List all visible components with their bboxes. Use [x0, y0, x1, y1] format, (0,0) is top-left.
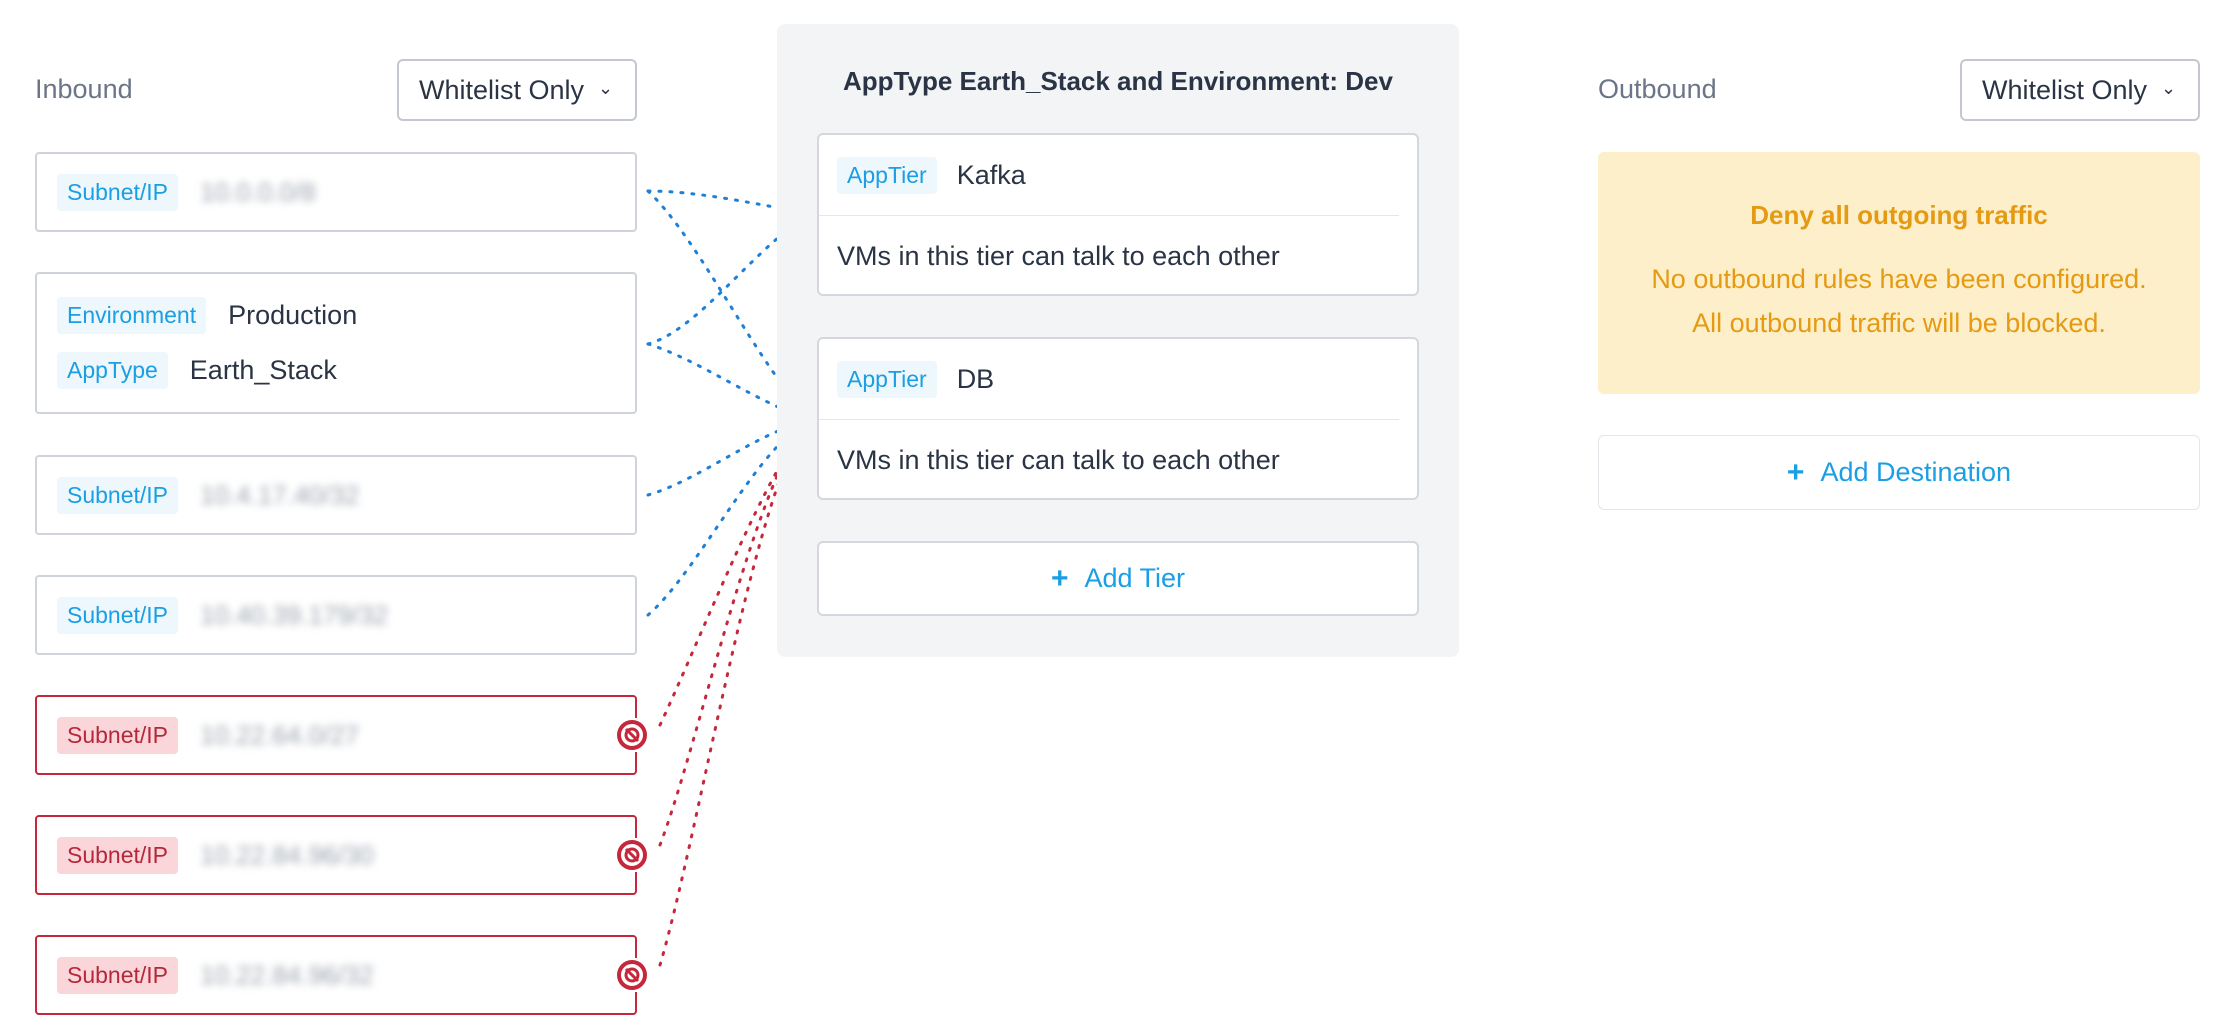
apptype-tag: AppType — [57, 352, 168, 389]
add-destination-button[interactable]: + Add Destination — [1598, 435, 2200, 510]
tier-name: DB — [956, 363, 995, 394]
tier-description: VMs in this tier can talk to each other — [837, 444, 1280, 475]
block-icon[interactable] — [615, 958, 649, 992]
environment-value: Production — [228, 300, 358, 330]
add-destination-label: Add Destination — [1820, 457, 2012, 487]
inbound-source-subnet[interactable]: Subnet/IP 10.40.39.179/32 — [35, 575, 637, 655]
subnet-value: 10.22.64.0/27 — [200, 719, 360, 750]
target-group-title: AppType Earth_Stack and Environment: Dev — [843, 66, 1393, 96]
deny-outbound-notice: Deny all outgoing traffic No outbound ru… — [1598, 152, 2200, 394]
inbound-source-subnet-blocked[interactable]: Subnet/IP 10.22.84.96/30 — [35, 815, 649, 895]
subnet-value: 10.22.84.96/30 — [200, 839, 374, 870]
subnet-tag: Subnet/IP — [57, 956, 179, 994]
subnet-value: 10.0.0.0/8 — [200, 176, 316, 207]
tier-card-kafka[interactable]: AppTier Kafka VMs in this tier can talk … — [817, 133, 1419, 296]
inbound-policy-dropdown[interactable]: Whitelist Only ⌄ — [397, 59, 637, 121]
plus-icon: + — [1050, 561, 1069, 595]
environment-row: Environment Production — [57, 297, 357, 334]
apptype-row: AppType Earth_Stack — [57, 352, 337, 389]
inbound-policy-value: Whitelist Only — [419, 74, 585, 105]
outbound-policy-dropdown[interactable]: Whitelist Only ⌄ — [1960, 59, 2200, 121]
deny-line-1: No outbound rules have been configured. — [1651, 264, 2147, 294]
outbound-label: Outbound — [1598, 74, 1717, 104]
apptier-tag: AppTier — [837, 156, 937, 194]
inbound-label: Inbound — [35, 74, 133, 104]
add-tier-button[interactable]: + Add Tier — [817, 541, 1419, 616]
tier-card-db[interactable]: AppTier DB VMs in this tier can talk to … — [817, 337, 1419, 500]
deny-title: Deny all outgoing traffic — [1750, 200, 2048, 230]
tier-header: AppTier Kafka — [819, 135, 1399, 216]
subnet-tag: Subnet/IP — [57, 836, 179, 874]
inbound-source-subnet-blocked[interactable]: Subnet/IP 10.22.84.96/32 — [35, 935, 649, 1015]
tier-name: Kafka — [956, 159, 1026, 190]
block-icon[interactable] — [615, 718, 649, 752]
environment-tag: Environment — [57, 297, 207, 334]
apptier-tag: AppTier — [837, 360, 937, 398]
inbound-source-category[interactable]: Environment Production AppType Earth_Sta… — [35, 272, 637, 414]
inbound-source-subnet[interactable]: Subnet/IP 10.4.17.40/32 — [35, 455, 637, 535]
block-icon[interactable] — [615, 838, 649, 872]
subnet-value: 10.40.39.179/32 — [200, 599, 388, 630]
subnet-tag: Subnet/IP — [57, 716, 179, 754]
subnet-tag: Subnet/IP — [57, 173, 179, 211]
plus-icon: + — [1786, 455, 1805, 489]
subnet-tag: Subnet/IP — [57, 476, 179, 514]
subnet-value: 10.4.17.40/32 — [200, 479, 360, 510]
deny-line-2: All outbound traffic will be blocked. — [1692, 308, 2106, 338]
apptype-value: Earth_Stack — [189, 355, 337, 385]
chevron-down-icon: ⌄ — [2161, 77, 2177, 98]
outbound-policy-value: Whitelist Only — [1982, 74, 2148, 105]
chevron-down-icon: ⌄ — [598, 77, 614, 98]
subnet-value: 10.22.84.96/32 — [200, 959, 374, 990]
inbound-source-subnet[interactable]: Subnet/IP 10.0.0.0/8 — [35, 152, 637, 232]
tier-header: AppTier DB — [819, 339, 1399, 420]
add-tier-label: Add Tier — [1084, 563, 1186, 593]
tier-description: VMs in this tier can talk to each other — [837, 240, 1280, 271]
subnet-tag: Subnet/IP — [57, 596, 179, 634]
inbound-source-subnet-blocked[interactable]: Subnet/IP 10.22.64.0/27 — [35, 695, 649, 775]
